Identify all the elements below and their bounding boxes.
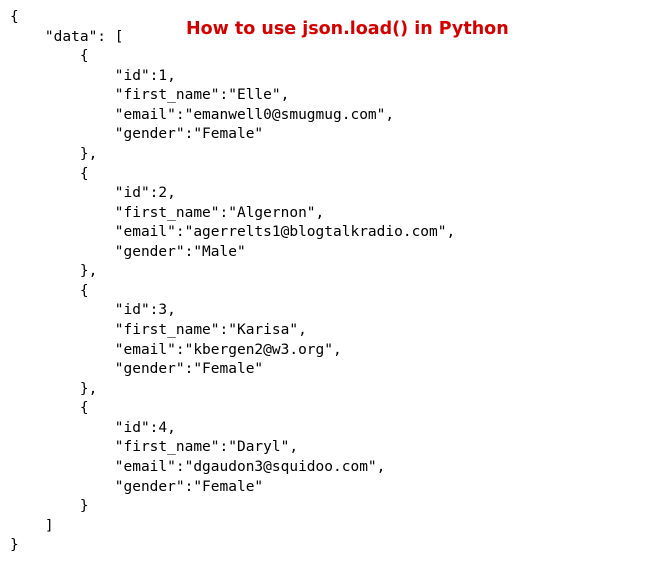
json-code-block: { "data": [ { "id":1, "first_name":"Elle… <box>10 8 651 556</box>
title-overlay: How to use json.load() in Python <box>186 18 509 42</box>
